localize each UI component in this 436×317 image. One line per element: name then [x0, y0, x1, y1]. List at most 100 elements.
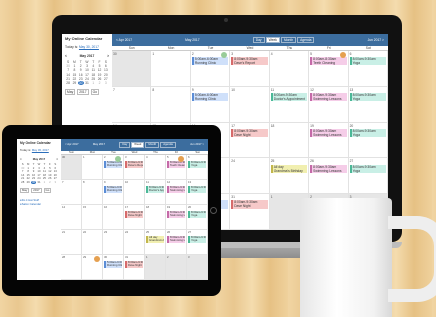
- home-button[interactable]: [210, 207, 217, 214]
- calendar-event[interactable]: 8:00am-8:30amTeeth Cleaning: [310, 57, 347, 66]
- day-cell[interactable]: 22: [82, 230, 103, 256]
- calendar-event[interactable]: 5:00am-6:00amRunning Clinic: [104, 160, 122, 168]
- day-cell[interactable]: 29: [82, 255, 103, 280]
- day-cell[interactable]: 25All dayGrandma's Birthday: [145, 230, 166, 256]
- day-cell[interactable]: 25:00am-6:00amRunning Clinic: [190, 51, 231, 87]
- day-cell[interactable]: 268:00am-9:30amSwimming Lessons: [166, 230, 187, 256]
- day-cell[interactable]: 23: [103, 230, 124, 256]
- day-cell[interactable]: 8: [82, 180, 103, 206]
- mini-prev-button[interactable]: <: [65, 54, 67, 58]
- day-cell[interactable]: 198:00am-9:30amSwimming Lessons: [309, 122, 349, 159]
- calendar-event[interactable]: 8:00am-9:30amDave's Report: [125, 160, 143, 168]
- day-cell[interactable]: 18: [269, 122, 310, 159]
- month-select[interactable]: May: [65, 88, 76, 95]
- day-cell[interactable]: 38:00am-9:30amDave's Report: [124, 155, 145, 181]
- calendar-event[interactable]: 8:00am-9:30amDave Night: [231, 128, 268, 137]
- day-cell[interactable]: 208:00am-9:30amYoga: [348, 122, 388, 159]
- calendar-event[interactable]: 8:00am-9:30amSwimming Lessons: [167, 210, 185, 218]
- day-cell[interactable]: 268:00am-9:30amSwimming Lessons: [309, 158, 349, 195]
- calendar-event[interactable]: 8:00am-9:30amDave Night: [231, 200, 268, 209]
- calendar-event[interactable]: 8:00am-9:30amYoga: [349, 92, 386, 102]
- day-cell[interactable]: 15: [82, 205, 103, 231]
- mini-next-button[interactable]: >: [107, 54, 109, 58]
- calendar-event[interactable]: 5:00am-6:00amRunning Clinic: [104, 185, 122, 193]
- day-cell[interactable]: 4: [269, 51, 310, 87]
- day-cell[interactable]: 278:00am-9:30amYoga: [187, 230, 208, 256]
- day-cell[interactable]: 7: [112, 86, 152, 123]
- day-cell[interactable]: 1: [82, 155, 103, 181]
- calendar-event[interactable]: 8:00am-9:30amSwimming Lessons: [310, 128, 347, 137]
- calendar-event[interactable]: 8:00am-9:30amSwimming Lessons: [167, 185, 185, 193]
- day-cell[interactable]: 318:00am-9:30amDave Night: [230, 194, 270, 230]
- day-cell[interactable]: 3: [187, 255, 208, 280]
- go-button[interactable]: Go: [43, 187, 52, 194]
- day-cell[interactable]: 208:00am-9:30amYoga: [187, 205, 208, 231]
- calendar-event[interactable]: 8:00am-9:30amYoga: [349, 57, 386, 66]
- day-cell[interactable]: 14: [61, 205, 82, 231]
- day-cell[interactable]: 128:00am-9:30amSwimming Lessons: [166, 180, 187, 206]
- day-cell[interactable]: 1: [145, 255, 166, 280]
- view-tab-week[interactable]: Week: [265, 36, 280, 44]
- calendar-event[interactable]: 8:00am-9:30amDave Night: [125, 260, 143, 268]
- calendar-event[interactable]: 5:00am-6:00amRunning Clinic: [191, 57, 229, 66]
- day-cell[interactable]: 25All dayGrandma's Birthday: [269, 158, 310, 195]
- next-month-button[interactable]: Jun 2017 >: [190, 142, 204, 146]
- calendar-event[interactable]: 8:00am-9:30amYoga: [349, 128, 386, 137]
- view-tab-month[interactable]: Month: [145, 142, 160, 148]
- calendar-event[interactable]: All dayGrandma's Birthday: [270, 164, 308, 173]
- calendar-event[interactable]: 8:00am-9:30amYoga: [188, 210, 206, 218]
- calendar-event[interactable]: 8:00am-9:30amDoctor's Appointment: [146, 185, 164, 193]
- calendar-event[interactable]: All dayGrandma's Birthday: [146, 235, 164, 243]
- day-cell[interactable]: 95:00am-6:00amRunning Clinic: [190, 86, 231, 123]
- day-cell[interactable]: 38:00am-9:30amDave's Report: [230, 51, 270, 87]
- day-cell[interactable]: 178:00am-9:30amDave Night: [230, 122, 270, 159]
- day-cell[interactable]: 24: [124, 230, 145, 256]
- day-cell[interactable]: 138:00am-9:30amYoga: [348, 86, 388, 123]
- day-cell[interactable]: 198:00am-9:30amSwimming Lessons: [166, 205, 187, 231]
- mini-day[interactable]: 29: [71, 81, 77, 85]
- go-button[interactable]: Go: [90, 88, 99, 95]
- day-cell[interactable]: 318:00am-9:30amDave Night: [124, 255, 145, 280]
- day-cell[interactable]: 68:00am-9:30amYoga: [187, 155, 208, 181]
- day-cell[interactable]: 95:00am-6:00amRunning Clinic: [103, 180, 124, 206]
- mini-day[interactable]: 3: [103, 81, 109, 85]
- calendar-event[interactable]: 8:00am-8:30amTeeth Cleaning: [167, 160, 185, 168]
- calendar-event[interactable]: 8:00am-9:30amYoga: [188, 235, 206, 243]
- day-cell[interactable]: 16: [103, 205, 124, 231]
- calendar-event[interactable]: 8:00am-9:30amDave Night: [125, 210, 143, 218]
- day-cell[interactable]: 2: [166, 255, 187, 280]
- view-tab-day[interactable]: Day: [252, 36, 265, 44]
- calendar-event[interactable]: 8:00am-9:30amYoga: [349, 164, 386, 173]
- day-cell[interactable]: 178:00am-9:30amDave Night: [124, 205, 145, 231]
- day-cell[interactable]: 18: [145, 205, 166, 231]
- calendar-event[interactable]: 5:00am-6:00amRunning Clinic: [191, 92, 229, 102]
- next-month-button[interactable]: Jun 2017 >: [368, 38, 384, 42]
- day-cell[interactable]: 1: [151, 51, 191, 87]
- today-date-link[interactable]: May 30, 2017: [32, 148, 49, 152]
- day-cell[interactable]: 128:00am-9:30amSwimming Lessons: [309, 86, 349, 123]
- today-date-link[interactable]: May 30, 2017: [79, 45, 99, 49]
- day-cell[interactable]: 7: [61, 180, 82, 206]
- day-cell[interactable]: 10: [230, 86, 270, 123]
- day-cell[interactable]: 30: [112, 51, 152, 87]
- year-select[interactable]: 2017: [77, 88, 89, 95]
- legend-item[interactable]: Salon Calendar: [20, 202, 58, 206]
- prev-month-button[interactable]: < Apr 2017: [65, 142, 79, 146]
- calendar-event[interactable]: 8:00am-9:30amSwimming Lessons: [310, 92, 347, 102]
- day-cell[interactable]: 30: [61, 155, 82, 181]
- day-cell[interactable]: 278:00am-9:30amYoga: [348, 158, 388, 195]
- view-tab-week[interactable]: Week: [131, 142, 145, 148]
- view-tab-agenda[interactable]: Agenda: [160, 142, 176, 148]
- day-cell[interactable]: 305:00am-6:00amRunning Clinic: [103, 255, 124, 280]
- month-select[interactable]: May: [20, 187, 30, 194]
- calendar-event[interactable]: 8:00am-9:30amYoga: [188, 160, 206, 168]
- day-cell[interactable]: 28: [61, 255, 82, 280]
- calendar-event[interactable]: 8:00am-9:30amDoctor's Appointment: [270, 92, 308, 102]
- view-tab-agenda[interactable]: Agenda: [297, 36, 315, 44]
- year-select[interactable]: 2017: [31, 187, 42, 194]
- day-cell[interactable]: 68:00am-9:30amYoga: [348, 51, 388, 87]
- calendar-event[interactable]: 8:00am-9:30amDave's Report: [231, 57, 268, 66]
- day-cell[interactable]: 138:00am-9:30amYoga: [187, 180, 208, 206]
- prev-month-button[interactable]: < Apr 2017: [116, 38, 132, 42]
- mini-prev-button[interactable]: <: [20, 157, 22, 161]
